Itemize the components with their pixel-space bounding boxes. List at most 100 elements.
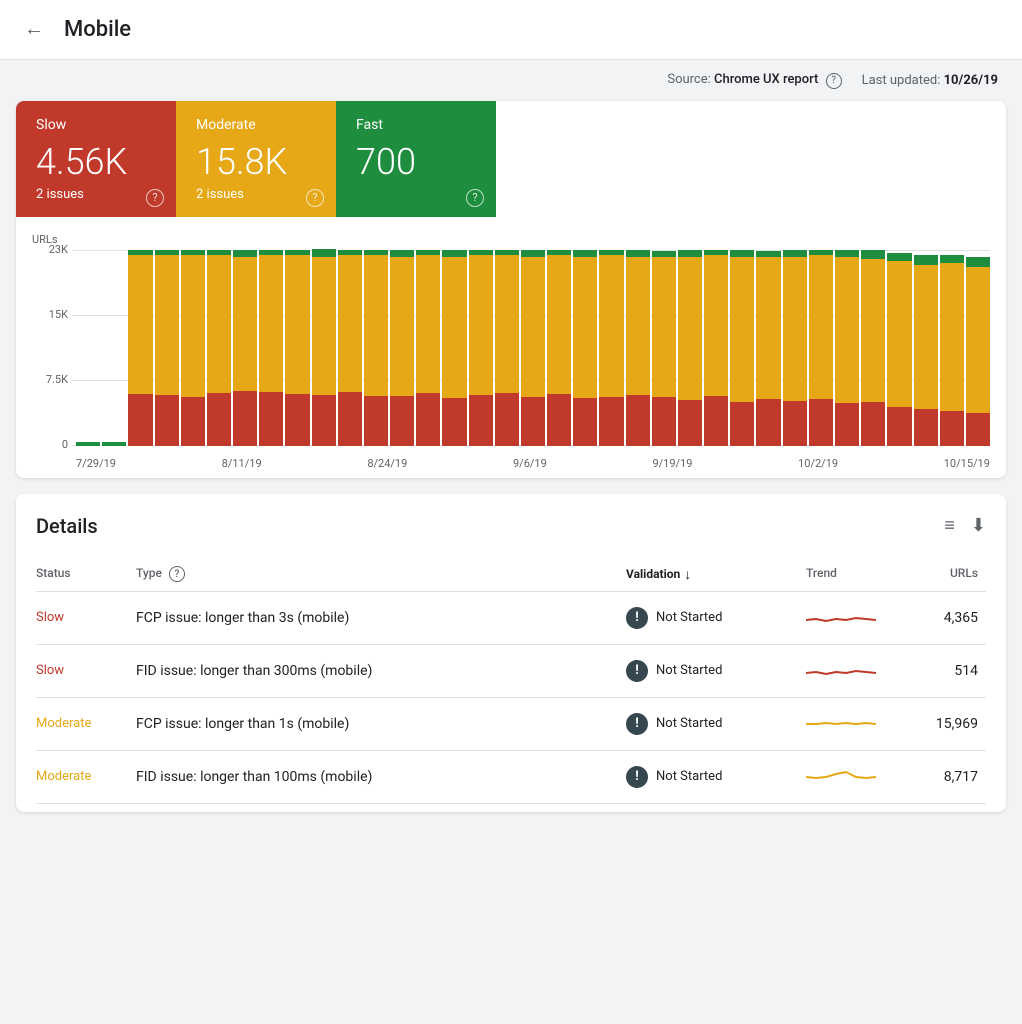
card-help-icon[interactable]: ? bbox=[306, 189, 324, 207]
table-row: Moderate FCP issue: longer than 1s (mobi… bbox=[36, 698, 986, 751]
bar-slow bbox=[233, 391, 257, 446]
bar-moderate bbox=[338, 255, 362, 392]
bar-moderate bbox=[783, 257, 807, 401]
trend-cell bbox=[806, 712, 906, 736]
score-label: Slow bbox=[36, 117, 156, 133]
bar-slow bbox=[155, 395, 179, 446]
bar-group bbox=[390, 250, 414, 446]
bar-moderate bbox=[730, 257, 754, 402]
type-help-icon[interactable]: ? bbox=[169, 566, 185, 582]
score-issues: 2 issues bbox=[36, 187, 156, 202]
bar-group bbox=[495, 250, 519, 446]
bar-slow bbox=[312, 395, 336, 446]
bar-slow bbox=[652, 397, 676, 445]
status-cell: Moderate bbox=[36, 769, 136, 784]
score-card-moderate[interactable]: Moderate 15.8K 2 issues ? bbox=[176, 101, 336, 217]
table-header: Status Type ? Validation ↓ Trend URLs bbox=[36, 558, 986, 592]
bar-moderate bbox=[652, 257, 676, 397]
bar-fast bbox=[678, 250, 702, 258]
bar-fast bbox=[521, 250, 545, 257]
bar-fast bbox=[442, 250, 466, 258]
table-row: Slow FID issue: longer than 300ms (mobil… bbox=[36, 645, 986, 698]
bar-fast bbox=[966, 257, 990, 267]
chart-x-label: 7/29/19 bbox=[76, 457, 116, 470]
bar-slow bbox=[181, 397, 205, 446]
bar-slow bbox=[495, 393, 519, 446]
trend-cell bbox=[806, 606, 906, 630]
bar-slow bbox=[599, 397, 623, 446]
bar-slow bbox=[416, 393, 440, 445]
bar-fast bbox=[626, 250, 650, 257]
details-title: Details bbox=[36, 514, 98, 538]
filter-icon[interactable]: ≡ bbox=[944, 515, 955, 536]
bar-moderate bbox=[599, 255, 623, 396]
details-card: Details ≡ ⬇ Status Type ? Validation ↓ T… bbox=[16, 494, 1006, 812]
chart-x-label: 9/6/19 bbox=[513, 457, 547, 470]
validation-text: Not Started bbox=[656, 769, 722, 784]
bar-group bbox=[469, 250, 493, 446]
card-help-icon[interactable]: ? bbox=[466, 189, 484, 207]
bar-slow bbox=[887, 407, 911, 445]
chart-y-tick: 0 bbox=[28, 438, 68, 451]
bar-group bbox=[547, 250, 571, 446]
score-card-fast[interactable]: Fast 700 ? bbox=[336, 101, 496, 217]
back-button[interactable]: ← bbox=[20, 14, 48, 45]
bar-group bbox=[207, 250, 231, 446]
bar-slow bbox=[259, 392, 283, 446]
score-label: Moderate bbox=[196, 117, 316, 133]
chart-y-label: URLs bbox=[32, 233, 990, 246]
bar-moderate bbox=[835, 257, 859, 403]
chart-x-label: 8/24/19 bbox=[367, 457, 407, 470]
details-header: Details ≡ ⬇ bbox=[36, 514, 986, 538]
bar-moderate bbox=[155, 255, 179, 394]
status-cell: Slow bbox=[36, 663, 136, 678]
col-validation[interactable]: Validation ↓ bbox=[626, 566, 806, 583]
chart-area: 23K15K7.5K0 bbox=[32, 250, 990, 470]
bar-group bbox=[861, 250, 885, 446]
alert-icon: ! bbox=[626, 607, 648, 629]
download-icon[interactable]: ⬇ bbox=[971, 515, 986, 536]
bar-moderate bbox=[573, 257, 597, 398]
bar-slow bbox=[285, 394, 309, 446]
bar-moderate bbox=[809, 255, 833, 399]
bar-group bbox=[835, 250, 859, 446]
alert-icon: ! bbox=[626, 713, 648, 735]
bar-slow bbox=[390, 396, 414, 445]
type-cell: FID issue: longer than 300ms (mobile) bbox=[136, 663, 626, 679]
bar-group bbox=[285, 250, 309, 446]
score-cards: Slow 4.56K 2 issues ? Moderate 15.8K 2 i… bbox=[16, 101, 1006, 217]
bar-group bbox=[76, 250, 100, 446]
page-title: Mobile bbox=[64, 17, 131, 42]
validation-text: Not Started bbox=[656, 663, 722, 678]
bar-slow bbox=[207, 393, 231, 445]
bar-group bbox=[442, 250, 466, 446]
bar-group bbox=[678, 250, 702, 446]
bar-slow bbox=[809, 399, 833, 445]
card-help-icon[interactable]: ? bbox=[146, 189, 164, 207]
score-label: Fast bbox=[356, 117, 476, 133]
bar-group bbox=[809, 250, 833, 446]
bar-slow bbox=[704, 396, 728, 445]
validation-text: Not Started bbox=[656, 610, 722, 625]
bar-group bbox=[756, 250, 780, 446]
bar-moderate bbox=[887, 261, 911, 407]
chart-x-label: 10/15/19 bbox=[944, 457, 990, 470]
bar-moderate bbox=[364, 255, 388, 396]
source-bar: Source: Chrome UX report ? Last updated:… bbox=[0, 60, 1022, 101]
bar-slow bbox=[521, 397, 545, 446]
bar-slow bbox=[966, 413, 990, 446]
bar-group bbox=[966, 250, 990, 446]
bar-group bbox=[259, 250, 283, 446]
chart-container: URLs 23K15K7.5K0 bbox=[16, 217, 1006, 478]
bar-fast bbox=[102, 442, 126, 446]
bar-group bbox=[914, 250, 938, 446]
bar-group bbox=[181, 250, 205, 446]
bar-moderate bbox=[940, 263, 964, 411]
bar-fast bbox=[783, 250, 807, 258]
chart-y-tick: 7.5K bbox=[28, 373, 68, 386]
overview-card: Slow 4.56K 2 issues ? Moderate 15.8K 2 i… bbox=[16, 101, 1006, 478]
urls-cell: 514 bbox=[906, 663, 986, 679]
source-help-icon[interactable]: ? bbox=[826, 73, 842, 89]
bar-slow bbox=[835, 403, 859, 445]
score-card-slow[interactable]: Slow 4.56K 2 issues ? bbox=[16, 101, 176, 217]
